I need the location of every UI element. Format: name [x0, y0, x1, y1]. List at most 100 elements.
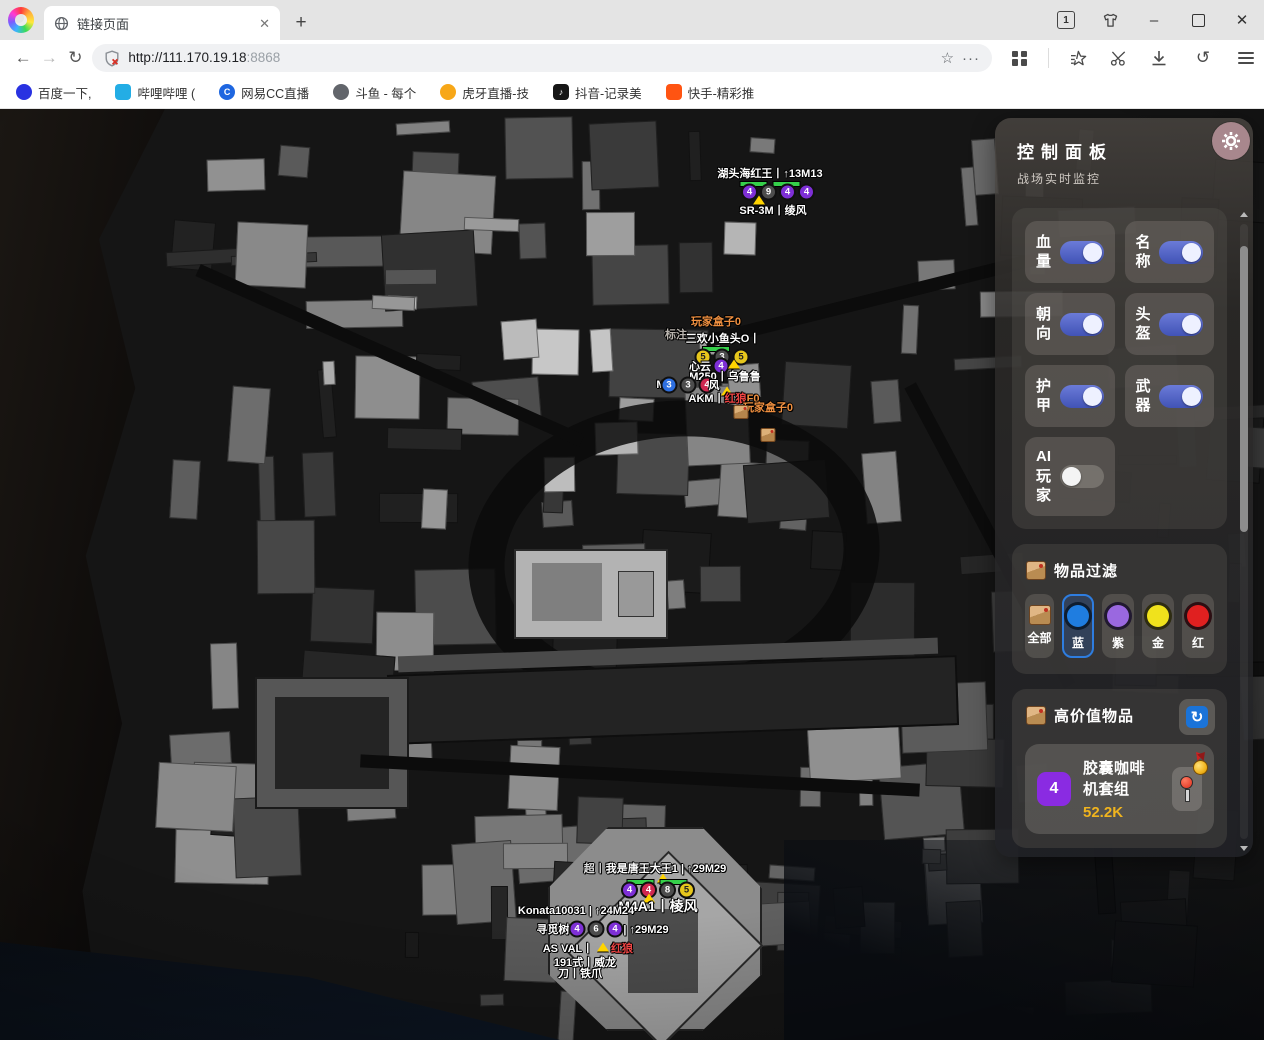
new-tab-button[interactable]: +: [288, 10, 314, 36]
bookmark-item[interactable]: C 网易CC直播: [219, 83, 309, 102]
bookmark-star-icon[interactable]: ☆: [941, 49, 954, 67]
item-value: 52.2K: [1083, 804, 1160, 821]
maximize-icon: [1192, 14, 1205, 27]
bookmark-favicon-icon: ♪: [553, 84, 569, 100]
medal-icon: [1193, 760, 1208, 775]
toggle-switch[interactable]: [1159, 385, 1203, 408]
panel-title: 控制面板: [1017, 138, 1231, 163]
scroll-up-icon[interactable]: [1240, 212, 1248, 217]
minimize-button[interactable]: –: [1132, 0, 1176, 40]
toggle-card[interactable]: 朝向: [1025, 293, 1115, 355]
toggle-switch[interactable]: [1060, 465, 1104, 488]
browser-logo-icon[interactable]: [8, 7, 34, 33]
toggle-switch[interactable]: [1159, 313, 1203, 336]
reload-button[interactable]: ↻: [62, 44, 88, 72]
toggle-label: 武器: [1136, 377, 1152, 416]
apps-grid-icon[interactable]: [1012, 51, 1027, 66]
rarity-color-icon: [1064, 602, 1092, 630]
bookmark-item[interactable]: 快手-精彩推: [666, 83, 755, 102]
pin-button[interactable]: [1172, 767, 1202, 811]
tab-title: 链接页面: [77, 14, 251, 33]
map-dark-terrain: [784, 840, 1264, 1040]
bookmark-label: 网易CC直播: [241, 83, 309, 102]
bookmark-favicon-icon: [115, 84, 131, 100]
url-text: http://111.170.19.18: [128, 50, 246, 65]
browser-window: 链接页面 ✕ + 1 – ✕ ← → ↻: [0, 0, 1264, 109]
back-button[interactable]: ←: [10, 44, 36, 72]
toggle-card[interactable]: 血量: [1025, 221, 1115, 283]
scrollbar-thumb[interactable]: [1240, 246, 1248, 532]
url-bar[interactable]: http://111.170.19.18:8868 ☆ ···: [92, 44, 992, 72]
item-filter-card: 物品过滤 全部 蓝 紫: [1012, 544, 1227, 674]
forward-button[interactable]: →: [36, 44, 62, 72]
package-icon: [1026, 706, 1046, 725]
bookmark-favicon-icon: C: [219, 84, 235, 100]
tshirt-icon: [1101, 13, 1120, 28]
toggle-switch[interactable]: [1060, 241, 1104, 264]
refresh-button[interactable]: [1179, 699, 1215, 735]
pin-icon: [1180, 776, 1194, 802]
download-icon[interactable]: [1150, 50, 1168, 67]
tab-close-icon[interactable]: ✕: [259, 17, 270, 30]
filter-label: 蓝: [1064, 634, 1092, 651]
filter-label: 红: [1184, 634, 1212, 651]
bookmark-item[interactable]: 虎牙直播-技: [440, 83, 529, 102]
bookmark-label: 哔哩哔哩 (: [137, 83, 195, 102]
toggle-card[interactable]: 名称: [1125, 221, 1215, 283]
url-more-icon[interactable]: ···: [962, 50, 980, 67]
titlebar: 链接页面 ✕ + 1 – ✕: [0, 0, 1264, 40]
close-button[interactable]: ✕: [1220, 0, 1264, 40]
filter-option[interactable]: 全部: [1025, 594, 1054, 658]
scroll-down-icon[interactable]: [1240, 846, 1248, 851]
screenshot-scissors-icon[interactable]: [1110, 50, 1129, 67]
bookmark-item[interactable]: 斗鱼 - 每个: [333, 83, 416, 102]
bookmark-favicon-icon: [440, 84, 456, 100]
filter-option[interactable]: 蓝: [1062, 594, 1094, 658]
globe-favicon-icon: [54, 16, 69, 31]
toggle-card[interactable]: 头盔: [1125, 293, 1215, 355]
package-icon: [1026, 561, 1046, 580]
item-filter-title: 物品过滤: [1054, 560, 1118, 581]
undo-recent-icon[interactable]: ↺: [1189, 44, 1217, 72]
favorites-list-icon[interactable]: [1070, 50, 1089, 67]
filter-option[interactable]: 金: [1142, 594, 1174, 658]
url-port: :8868: [247, 50, 281, 65]
toggle-card[interactable]: 护甲: [1025, 365, 1115, 427]
bookmarks-bar: 百度一下, 哔哩哔哩 ( C 网易CC直播 斗鱼 - 每个 虎牙直播-技: [0, 76, 1264, 109]
rarity-color-icon: [1029, 605, 1051, 625]
toggle-label: AI玩家: [1036, 447, 1052, 506]
item-name: 胶囊咖啡机套组: [1083, 757, 1160, 799]
high-value-title: 高价值物品: [1054, 705, 1134, 726]
settings-button[interactable]: [1212, 122, 1250, 160]
toggle-label: 头盔: [1136, 305, 1152, 344]
bookmark-label: 百度一下,: [38, 83, 91, 102]
insecure-shield-icon[interactable]: [104, 50, 120, 67]
map-structure: [255, 677, 409, 809]
bookmark-item[interactable]: 百度一下,: [16, 83, 91, 102]
high-value-card: 高价值物品 4 胶囊咖啡机套组 52.2K: [1012, 689, 1227, 848]
theme-skin-button[interactable]: [1088, 0, 1132, 40]
toggle-label: 血量: [1036, 233, 1052, 272]
panel-subtitle: 战场实时监控: [1017, 170, 1231, 187]
toggle-card[interactable]: 武器: [1125, 365, 1215, 427]
panel-scrollbar[interactable]: [1239, 212, 1249, 851]
filter-option[interactable]: 紫: [1102, 594, 1134, 658]
toggle-switch[interactable]: [1060, 385, 1104, 408]
bookmark-label: 快手-精彩推: [688, 83, 755, 102]
bookmark-favicon-icon: [666, 84, 682, 100]
tab-count-badge[interactable]: 1: [1044, 0, 1088, 40]
refresh-icon: [1186, 706, 1208, 728]
filter-option[interactable]: 红: [1182, 594, 1214, 658]
toggle-card[interactable]: AI玩家: [1025, 437, 1115, 516]
rarity-color-icon: [1184, 602, 1212, 630]
bookmark-item[interactable]: 哔哩哔哩 (: [115, 83, 195, 102]
maximize-button[interactable]: [1176, 0, 1220, 40]
toggle-switch[interactable]: [1060, 313, 1104, 336]
bookmark-item[interactable]: ♪ 抖音-记录美: [553, 83, 642, 102]
toggle-switch[interactable]: [1159, 241, 1203, 264]
menu-icon[interactable]: [1238, 52, 1254, 64]
high-value-item[interactable]: 4 胶囊咖啡机套组 52.2K: [1025, 744, 1214, 834]
browser-tab[interactable]: 链接页面 ✕: [44, 6, 280, 40]
filter-label: 全部: [1027, 629, 1052, 646]
bookmark-label: 虎牙直播-技: [462, 83, 529, 102]
